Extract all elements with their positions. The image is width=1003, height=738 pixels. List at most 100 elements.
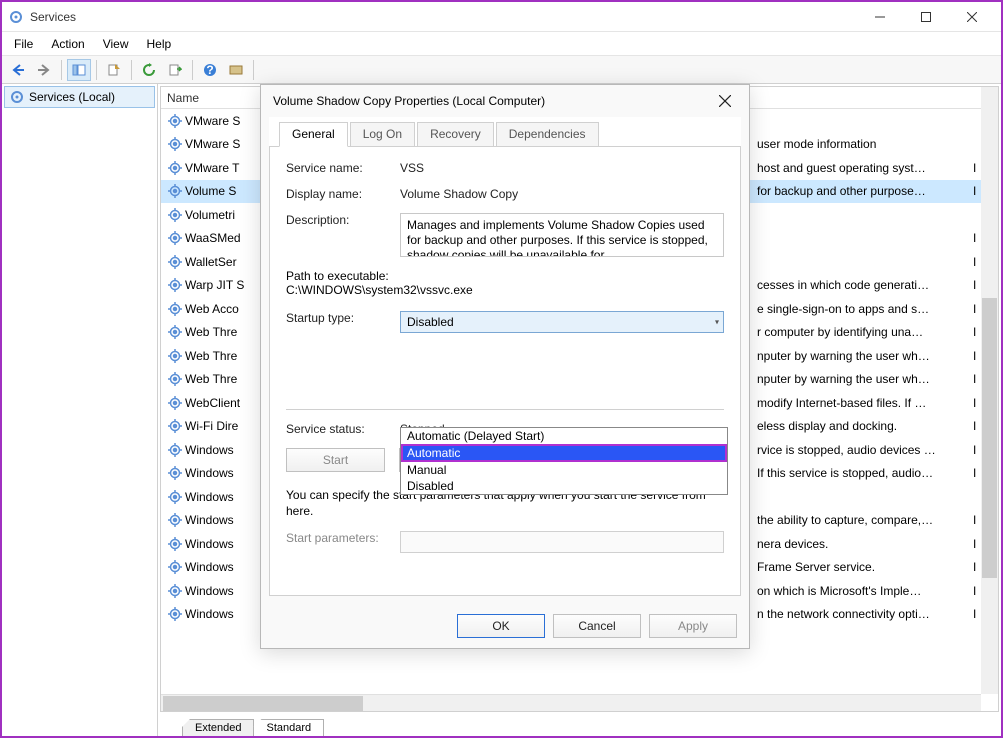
service-name-cell: Windows — [185, 466, 261, 480]
service-name-cell: Windows — [185, 443, 261, 457]
cancel-button[interactable]: Cancel — [553, 614, 641, 638]
service-status-label: Service status: — [286, 422, 400, 436]
app-icon — [8, 9, 24, 25]
start-button[interactable]: Start — [286, 448, 385, 472]
back-button[interactable] — [6, 59, 30, 81]
gear-icon — [165, 113, 185, 129]
service-desc-cell: r computer by identifying una… — [757, 325, 999, 339]
service-name-value: VSS — [400, 161, 724, 175]
gear-icon — [165, 254, 185, 270]
refresh-button[interactable] — [137, 59, 161, 81]
dropdown-option-highlighted[interactable]: Automatic — [401, 444, 727, 462]
gear-icon — [165, 559, 185, 575]
dialog-titlebar[interactable]: Volume Shadow Copy Properties (Local Com… — [261, 85, 749, 117]
service-name-cell: Web Acco — [185, 302, 261, 316]
apply-button[interactable]: Apply — [649, 614, 737, 638]
tab-recovery[interactable]: Recovery — [417, 122, 494, 147]
tab-general[interactable]: General — [279, 122, 348, 147]
description-textbox[interactable]: Manages and implements Volume Shadow Cop… — [400, 213, 724, 257]
dialog-body: Service name: VSS Display name: Volume S… — [269, 147, 741, 596]
service-name-cell: Volumetri — [185, 208, 261, 222]
description-label: Description: — [286, 213, 400, 257]
service-name-cell: Windows — [185, 560, 261, 574]
service-desc-cell: for backup and other purpose… — [757, 184, 999, 198]
gear-icon — [165, 183, 185, 199]
ok-button[interactable]: OK — [457, 614, 545, 638]
gear-icon — [165, 418, 185, 434]
vertical-scrollbar[interactable] — [981, 87, 998, 694]
close-button[interactable] — [949, 2, 995, 32]
export-button[interactable] — [102, 59, 126, 81]
service-name-cell: VMware S — [185, 137, 261, 151]
service-desc-cell: the ability to capture, compare,… — [757, 513, 999, 527]
help-button[interactable]: ? — [198, 59, 222, 81]
maximize-button[interactable] — [903, 2, 949, 32]
dialog-tabs: General Log On Recovery Dependencies — [269, 117, 741, 147]
tab-standard[interactable]: Standard — [253, 719, 324, 736]
service-name-cell: Volume S — [185, 184, 261, 198]
forward-button[interactable] — [32, 59, 56, 81]
dropdown-option[interactable]: Disabled — [401, 478, 727, 494]
service-desc-cell: eless display and docking. — [757, 419, 999, 433]
tab-logon[interactable]: Log On — [350, 122, 415, 147]
startup-type-dropdown: Automatic (Delayed Start) Automatic Manu… — [400, 427, 728, 495]
gear-icon — [165, 371, 185, 387]
service-desc-cell: rvice is stopped, audio devices … — [757, 443, 999, 457]
gear-icon — [165, 489, 185, 505]
vertical-scrollbar-thumb[interactable] — [982, 298, 997, 578]
service-name-cell: VMware S — [185, 114, 261, 128]
service-desc-cell: host and guest operating syst… — [757, 161, 999, 175]
dropdown-option[interactable]: Manual — [401, 462, 727, 478]
show-hide-tree-button[interactable] — [67, 59, 91, 81]
service-desc-cell: user mode information — [757, 137, 999, 151]
gear-icon — [165, 395, 185, 411]
gear-icon — [165, 301, 185, 317]
service-name-cell: Windows — [185, 537, 261, 551]
gear-icon — [165, 324, 185, 340]
menu-action[interactable]: Action — [43, 35, 92, 53]
gear-icon — [165, 136, 185, 152]
window-titlebar: Services — [2, 2, 1001, 32]
menubar: File Action View Help — [2, 32, 1001, 56]
dialog-title: Volume Shadow Copy Properties (Local Com… — [273, 94, 545, 108]
gear-icon — [165, 230, 185, 246]
service-name-cell: Web Thre — [185, 372, 261, 386]
menu-view[interactable]: View — [95, 35, 137, 53]
dropdown-option[interactable]: Automatic (Delayed Start) — [401, 428, 727, 444]
service-desc-cell: modify Internet-based files. If … — [757, 396, 999, 410]
gear-icon — [165, 442, 185, 458]
service-desc-cell: nputer by warning the user wh… — [757, 349, 999, 363]
path-value: C:\WINDOWS\system32\vssvc.exe — [286, 283, 724, 297]
tab-extended[interactable]: Extended — [182, 719, 254, 736]
dialog-close-button[interactable] — [713, 89, 737, 113]
gear-icon — [165, 465, 185, 481]
service-desc-cell: Frame Server service. — [757, 560, 999, 574]
properties-button[interactable] — [224, 59, 248, 81]
properties-dialog: Volume Shadow Copy Properties (Local Com… — [260, 84, 750, 649]
chevron-down-icon: ▾ — [715, 318, 719, 327]
service-name-cell: Windows — [185, 607, 261, 621]
dialog-footer: OK Cancel Apply — [261, 604, 749, 648]
path-label: Path to executable: — [286, 269, 724, 283]
service-name-cell: WaaSMed — [185, 231, 261, 245]
tab-dependencies[interactable]: Dependencies — [496, 122, 599, 147]
menu-file[interactable]: File — [6, 35, 41, 53]
display-name-label: Display name: — [286, 187, 400, 201]
service-name-label: Service name: — [286, 161, 400, 175]
service-desc-cell: cesses in which code generati… — [757, 278, 999, 292]
tree-node-services-local[interactable]: Services (Local) — [4, 86, 155, 108]
toolbar: ? — [2, 56, 1001, 84]
gear-icon — [165, 606, 185, 622]
menu-help[interactable]: Help — [139, 35, 180, 53]
minimize-button[interactable] — [857, 2, 903, 32]
service-desc-cell: If this service is stopped, audio… — [757, 466, 999, 480]
service-name-cell: Windows — [185, 513, 261, 527]
service-name-cell: WalletSer — [185, 255, 261, 269]
startup-type-combobox[interactable]: Disabled ▾ — [400, 311, 724, 333]
export-list-button[interactable] — [163, 59, 187, 81]
horizontal-scrollbar-thumb[interactable] — [163, 696, 363, 711]
horizontal-scrollbar[interactable] — [161, 694, 981, 711]
tree-panel: Services (Local) — [2, 84, 158, 736]
service-name-cell: VMware T — [185, 161, 261, 175]
startup-type-label: Startup type: — [286, 311, 400, 333]
